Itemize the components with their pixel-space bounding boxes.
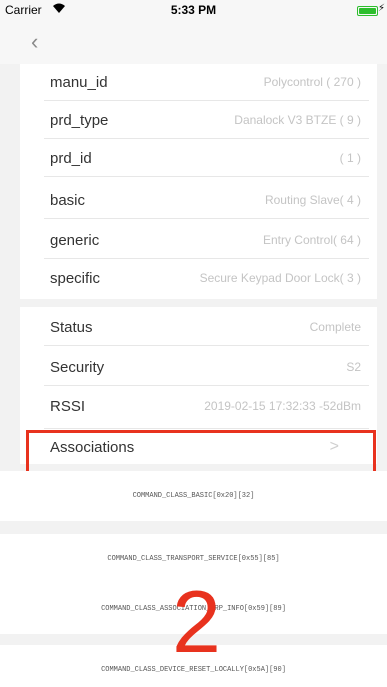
info-label: basic [50, 192, 86, 209]
status-bar: Carrier 5:33 PM ⚡ [0, 0, 387, 20]
info-value: Routing Slave( 4 ) [264, 193, 361, 207]
rssi-row: RSSI 2019-02-15 17:32:33 -52dBm [44, 388, 369, 425]
status-time: 5:33 PM [170, 3, 217, 17]
rssi-value: 2019-02-15 17:32:33 -52dBm [204, 399, 361, 413]
info-value: Secure Keypad Door Lock( 3 ) [199, 271, 361, 285]
info-label: prd_type [50, 112, 109, 129]
info-value: Polycontrol ( 270 ) [263, 75, 361, 89]
info-label: prd_id [50, 150, 92, 167]
security-label: Security [50, 359, 105, 376]
info-row-specific: specific Secure Keypad Door Lock( 3 ) [44, 260, 369, 297]
rssi-label: RSSI [50, 398, 86, 415]
device-info-card: manu_id Polycontrol ( 270 ) prd_type Dan… [20, 64, 377, 299]
security-value: S2 [346, 360, 361, 374]
command-class-item: COMMAND_CLASS_BASIC[0x20][32] [0, 471, 387, 521]
info-row-prd-id: prd_id ( 1 ) [44, 140, 369, 177]
info-row-generic: generic Entry Control( 64 ) [44, 222, 369, 259]
navigation-bar: ‹ [0, 20, 387, 64]
info-value: ( 1 ) [339, 151, 361, 165]
security-row: Security S2 [44, 349, 369, 386]
info-row-manu-id: manu_id Polycontrol ( 270 ) [44, 64, 369, 101]
info-label: generic [50, 232, 100, 249]
status-row: Status Complete [44, 309, 369, 346]
info-label: specific [50, 270, 101, 287]
info-row-basic: basic Routing Slave( 4 ) [44, 182, 369, 219]
info-label: manu_id [50, 74, 108, 91]
info-value: Entry Control( 64 ) [262, 233, 361, 247]
battery-icon [357, 6, 378, 16]
step-number-annotation: 2 [172, 572, 221, 671]
info-row-prd-type: prd_type Danalock V3 BTZE ( 9 ) [44, 102, 369, 139]
status-label: Status [50, 319, 93, 336]
status-value: Complete [309, 320, 361, 334]
bolt-icon: ⚡ [377, 3, 385, 14]
info-value: Danalock V3 BTZE ( 9 ) [234, 113, 361, 127]
chevron-left-icon[interactable]: ‹ [31, 31, 47, 53]
